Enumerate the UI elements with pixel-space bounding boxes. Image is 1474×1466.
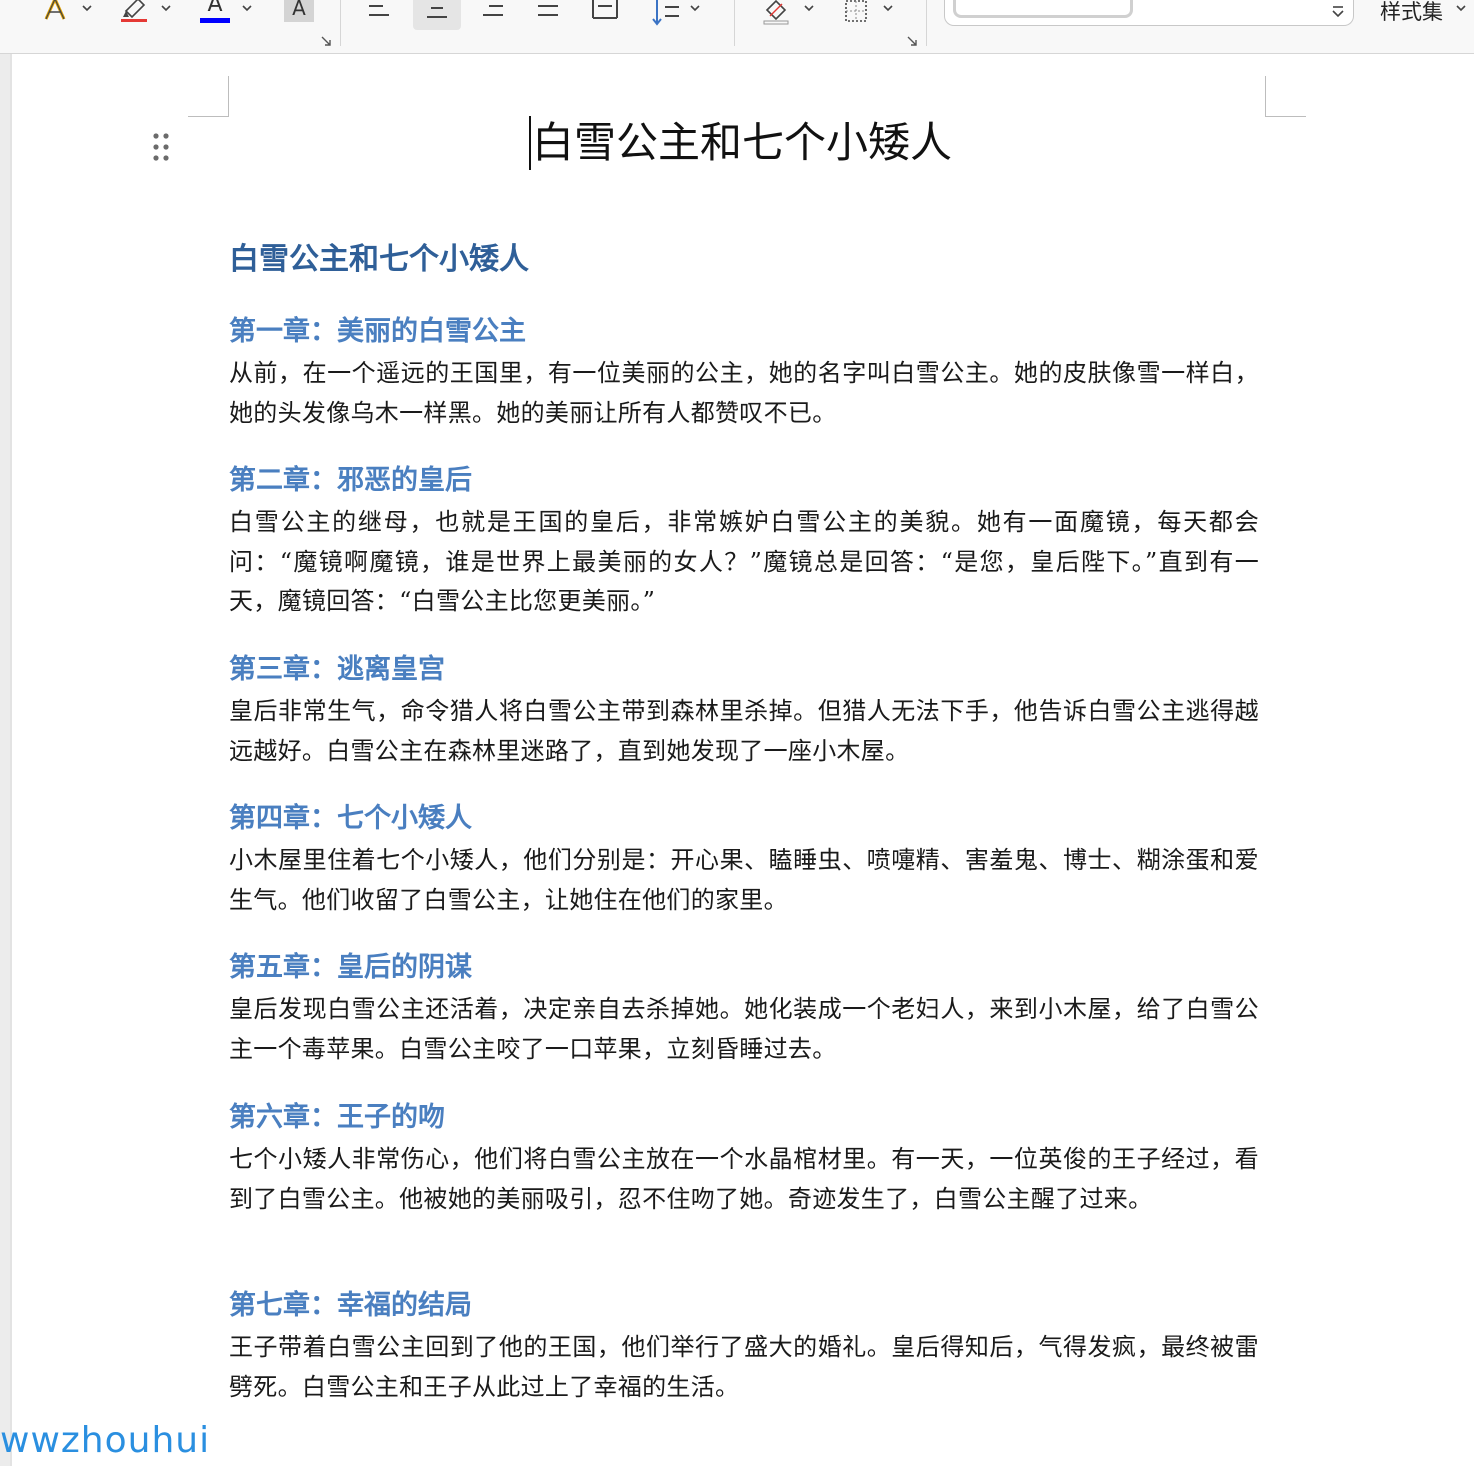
highlight-dropdown-icon[interactable] <box>161 3 171 13</box>
document-canvas: 白雪公主和七个小矮人 白雪公主和七个小矮人 第一章：美丽的白雪公主 从前，在一个… <box>0 54 1474 1466</box>
chapter-heading[interactable]: 第一章：美丽的白雪公主 <box>229 312 1259 352</box>
toolbar-separator <box>340 0 341 46</box>
text-effects-button[interactable] <box>38 0 72 26</box>
borders-dropdown-icon[interactable] <box>883 3 893 13</box>
toolbar-separator <box>926 0 927 46</box>
chapter-body[interactable]: 白雪公主的继母，也就是王国的皇后，非常嫉妒白雪公主的美貌。她有一面魔镜，每天都会… <box>229 503 1259 622</box>
word-processor-window: A A 样式集 白雪公主和七个小矮人 白雪公主和七个小矮人 第一章：美丽的白雪公… <box>0 0 1474 1466</box>
style-gallery-more-icon[interactable] <box>1331 4 1345 18</box>
document-heading[interactable]: 白雪公主和七个小矮人 <box>229 240 529 280</box>
justify-button[interactable] <box>529 0 567 28</box>
chapter-section[interactable]: 第五章：皇后的阴谋 皇后发现白雪公主还活着，决定亲自去杀掉她。她化装成一个老妇人… <box>229 948 1259 1069</box>
style-set-dropdown-icon[interactable] <box>1456 3 1466 13</box>
borders-icon <box>845 0 867 22</box>
align-right-button[interactable] <box>474 0 512 28</box>
style-set-label: 样式集 <box>1380 0 1443 24</box>
chapter-section[interactable]: 第六章：王子的吻 七个小矮人非常伤心，他们将白雪公主放在一个水晶棺材里。有一天，… <box>229 1098 1259 1219</box>
chapter-heading[interactable]: 第六章：王子的吻 <box>229 1098 1259 1138</box>
chapter-heading[interactable]: 第五章：皇后的阴谋 <box>229 948 1259 988</box>
toolbar-separator <box>734 0 735 46</box>
ribbon-toolbar: A A 样式集 <box>0 0 1474 54</box>
chapter-body[interactable]: 小木屋里住着七个小矮人，他们分别是：开心果、瞌睡虫、喷嚏精、害羞鬼、博士、糊涂蛋… <box>229 841 1259 920</box>
chapter-heading[interactable]: 第七章：幸福的结局 <box>229 1286 1259 1326</box>
highlighter-icon <box>121 0 147 22</box>
line-spacing-icon <box>652 0 679 26</box>
line-spacing-dropdown-icon[interactable] <box>690 3 700 13</box>
font-color-swatch <box>200 17 230 23</box>
highlight-button[interactable] <box>116 0 152 26</box>
font-color-glyph: A <box>207 0 223 17</box>
font-color-button[interactable]: A <box>198 0 232 24</box>
chapter-heading[interactable]: 第三章：逃离皇宫 <box>229 650 1259 690</box>
justify-icon <box>538 5 558 16</box>
distributed-align-button[interactable] <box>586 0 624 28</box>
chapter-body[interactable]: 皇后发现白雪公主还活着，决定亲自去杀掉她。她化装成一个老妇人，来到小木屋，给了白… <box>229 990 1259 1069</box>
align-right-icon <box>483 5 503 16</box>
paint-bucket-icon <box>763 0 789 25</box>
margin-marker-top-right <box>1265 76 1306 117</box>
chapter-heading[interactable]: 第二章：邪恶的皇后 <box>229 461 1259 501</box>
chapter-section[interactable]: 第一章：美丽的白雪公主 从前，在一个遥远的王国里，有一位美丽的公主，她的名字叫白… <box>229 312 1259 433</box>
character-shading-button[interactable]: A <box>284 0 314 22</box>
font-dialog-launcher-icon[interactable] <box>321 36 331 46</box>
align-center-button[interactable] <box>413 0 461 30</box>
align-left-icon <box>369 5 389 16</box>
chapter-body[interactable]: 从前，在一个遥远的王国里，有一位美丽的公主，她的名字叫白雪公主。她的皮肤像雪一样… <box>229 354 1259 433</box>
chapter-section[interactable]: 第三章：逃离皇宫 皇后非常生气，命令猎人将白雪公主带到森林里杀掉。但猎人无法下手… <box>229 650 1259 771</box>
character-shading-glyph: A <box>292 0 306 20</box>
chapter-body[interactable]: 皇后非常生气，命令猎人将白雪公主带到森林里杀掉。但猎人无法下手，他告诉白雪公主逃… <box>229 692 1259 771</box>
watermark-text: wwzhouhui <box>0 1420 211 1461</box>
style-gallery-item[interactable] <box>953 0 1133 18</box>
borders-button[interactable] <box>838 0 874 28</box>
align-left-button[interactable] <box>360 0 398 28</box>
style-set-button[interactable]: 样式集 <box>1380 0 1443 26</box>
paragraph-drag-handle-icon[interactable] <box>152 132 170 162</box>
distributed-align-icon <box>592 0 618 19</box>
chapter-body[interactable]: 七个小矮人非常伤心，他们将白雪公主放在一个水晶棺材里。有一天，一位英俊的王子经过… <box>229 1140 1259 1219</box>
paragraph-dialog-launcher-icon[interactable] <box>907 36 917 46</box>
line-spacing-button[interactable] <box>646 0 684 30</box>
shading-dropdown-icon[interactable] <box>804 3 814 13</box>
text-effects-dropdown-icon[interactable] <box>82 3 92 13</box>
chapter-body[interactable]: 王子带着白雪公主回到了他的王国，他们举行了盛大的婚礼。皇后得知后，气得发疯，最终… <box>229 1328 1259 1407</box>
chapter-section[interactable]: 第七章：幸福的结局 王子带着白雪公主回到了他的王国，他们举行了盛大的婚礼。皇后得… <box>229 1286 1259 1407</box>
style-gallery[interactable] <box>944 0 1354 26</box>
text-effects-icon <box>44 0 66 20</box>
document-title[interactable]: 白雪公主和七个小矮人 <box>532 114 952 172</box>
document-page[interactable]: 白雪公主和七个小矮人 白雪公主和七个小矮人 第一章：美丽的白雪公主 从前，在一个… <box>12 54 1474 1466</box>
chapter-heading[interactable]: 第四章：七个小矮人 <box>229 799 1259 839</box>
chapter-section[interactable]: 第二章：邪恶的皇后 白雪公主的继母，也就是王国的皇后，非常嫉妒白雪公主的美貌。她… <box>229 461 1259 622</box>
font-color-dropdown-icon[interactable] <box>242 3 252 13</box>
chapter-section[interactable]: 第四章：七个小矮人 小木屋里住着七个小矮人，他们分别是：开心果、瞌睡虫、喷嚏精、… <box>229 799 1259 920</box>
paragraph-shading-button[interactable] <box>758 0 794 28</box>
text-cursor <box>529 116 531 170</box>
margin-marker-top-left <box>188 76 229 117</box>
align-center-icon <box>427 7 447 18</box>
